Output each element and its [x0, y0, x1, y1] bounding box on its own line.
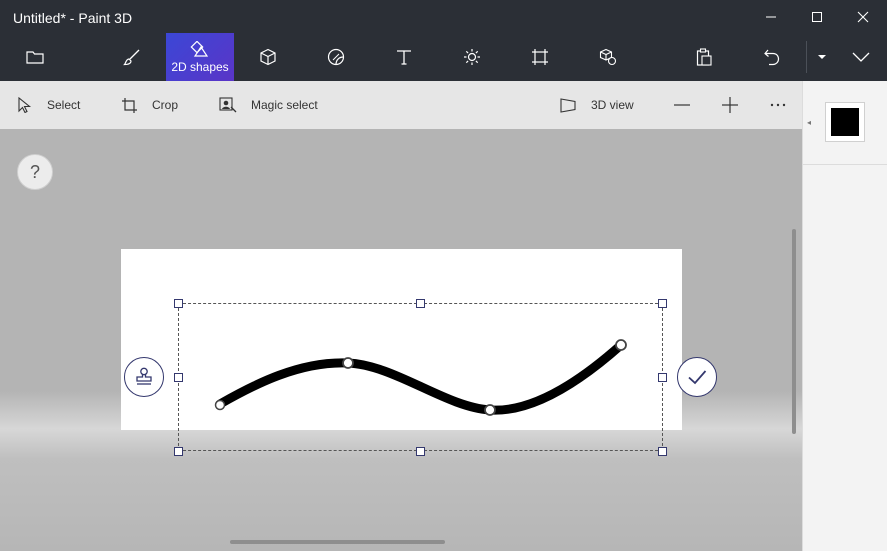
checkmark-icon: [688, 370, 707, 385]
canvas-icon: [532, 49, 548, 65]
3d-view-toggle[interactable]: 3D view: [559, 81, 634, 129]
undo-button[interactable]: [738, 33, 806, 81]
chevron-down-small-icon: [818, 55, 826, 59]
text-button[interactable]: [370, 33, 438, 81]
minimize-button[interactable]: [748, 0, 794, 33]
menu-button[interactable]: [1, 33, 69, 81]
3d-shapes-button[interactable]: [234, 33, 302, 81]
horizontal-scrollbar[interactable]: [230, 540, 445, 544]
sticker-icon: [327, 48, 345, 66]
3d-library-button[interactable]: [574, 33, 642, 81]
stamp-button[interactable]: [124, 357, 164, 397]
plus-icon: [722, 97, 738, 113]
close-icon: [857, 11, 869, 22]
folder-icon: [26, 51, 44, 64]
confirm-button[interactable]: [677, 357, 717, 397]
selected-color-swatch: [831, 108, 859, 136]
stickers-button[interactable]: [302, 33, 370, 81]
minus-icon: [674, 104, 690, 106]
color-swatch-button[interactable]: [825, 102, 865, 142]
magic-select-label: Magic select: [251, 98, 318, 112]
more-options-button[interactable]: [769, 81, 801, 129]
cube-icon: [260, 48, 276, 66]
3d-view-label: 3D view: [591, 98, 634, 112]
effects-button[interactable]: [438, 33, 506, 81]
vertical-scrollbar[interactable]: [792, 229, 796, 434]
text-icon: [397, 50, 411, 65]
resize-handle[interactable]: [416, 299, 425, 308]
resize-handle[interactable]: [416, 447, 425, 456]
workspace: ?: [0, 129, 802, 551]
resize-handle[interactable]: [658, 447, 667, 456]
collapse-panel-button[interactable]: ◂: [807, 118, 811, 127]
canvas-button[interactable]: [506, 33, 574, 81]
select-tool[interactable]: Select: [17, 81, 80, 129]
minimize-icon: [766, 16, 776, 17]
zoom-out-button[interactable]: [673, 81, 705, 129]
shapes-icon: [190, 40, 209, 57]
magic-select-tool[interactable]: Magic select: [219, 81, 318, 129]
resize-handle[interactable]: [174, 447, 183, 456]
ribbon: 2D shapes: [0, 33, 887, 81]
maximize-icon: [812, 11, 822, 22]
crop-tool[interactable]: Crop: [121, 81, 178, 129]
cursor-icon: [18, 97, 32, 113]
window-title: Untitled* - Paint 3D: [13, 10, 133, 26]
paste-icon: [696, 48, 712, 66]
toolbar: Select Crop Magic select 3D view: [0, 81, 802, 129]
expand-ribbon-button[interactable]: [838, 33, 884, 81]
maximize-button[interactable]: [794, 0, 840, 33]
crop-label: Crop: [152, 98, 179, 112]
side-panel: ◂: [802, 81, 887, 551]
ribbon-separator: [806, 41, 807, 73]
selection-box[interactable]: [178, 303, 663, 451]
crop-icon: [122, 97, 137, 113]
resize-handle[interactable]: [174, 299, 183, 308]
close-button[interactable]: [840, 0, 886, 33]
resize-handle[interactable]: [174, 373, 183, 382]
resize-handle[interactable]: [658, 299, 667, 308]
chevron-down-icon: [852, 52, 870, 62]
history-button[interactable]: [808, 33, 836, 81]
brush-icon: [123, 49, 140, 66]
zoom-in-button[interactable]: [721, 81, 753, 129]
brushes-button[interactable]: [98, 33, 166, 81]
title-bar: Untitled* - Paint 3D: [0, 0, 887, 33]
library-icon: [599, 48, 617, 66]
magic-select-icon: [219, 97, 237, 113]
3d-view-icon: [560, 98, 576, 113]
resize-handle[interactable]: [658, 373, 667, 382]
2d-shapes-button[interactable]: 2D shapes: [166, 33, 234, 81]
panel-divider: [803, 164, 887, 165]
undo-icon: [764, 49, 780, 66]
sun-icon: [464, 49, 480, 65]
paste-button[interactable]: [670, 33, 738, 81]
ellipsis-icon: [770, 103, 786, 107]
select-label: Select: [47, 98, 81, 112]
2d-shapes-label: 2D shapes: [171, 59, 229, 74]
stamp-icon: [136, 367, 152, 385]
